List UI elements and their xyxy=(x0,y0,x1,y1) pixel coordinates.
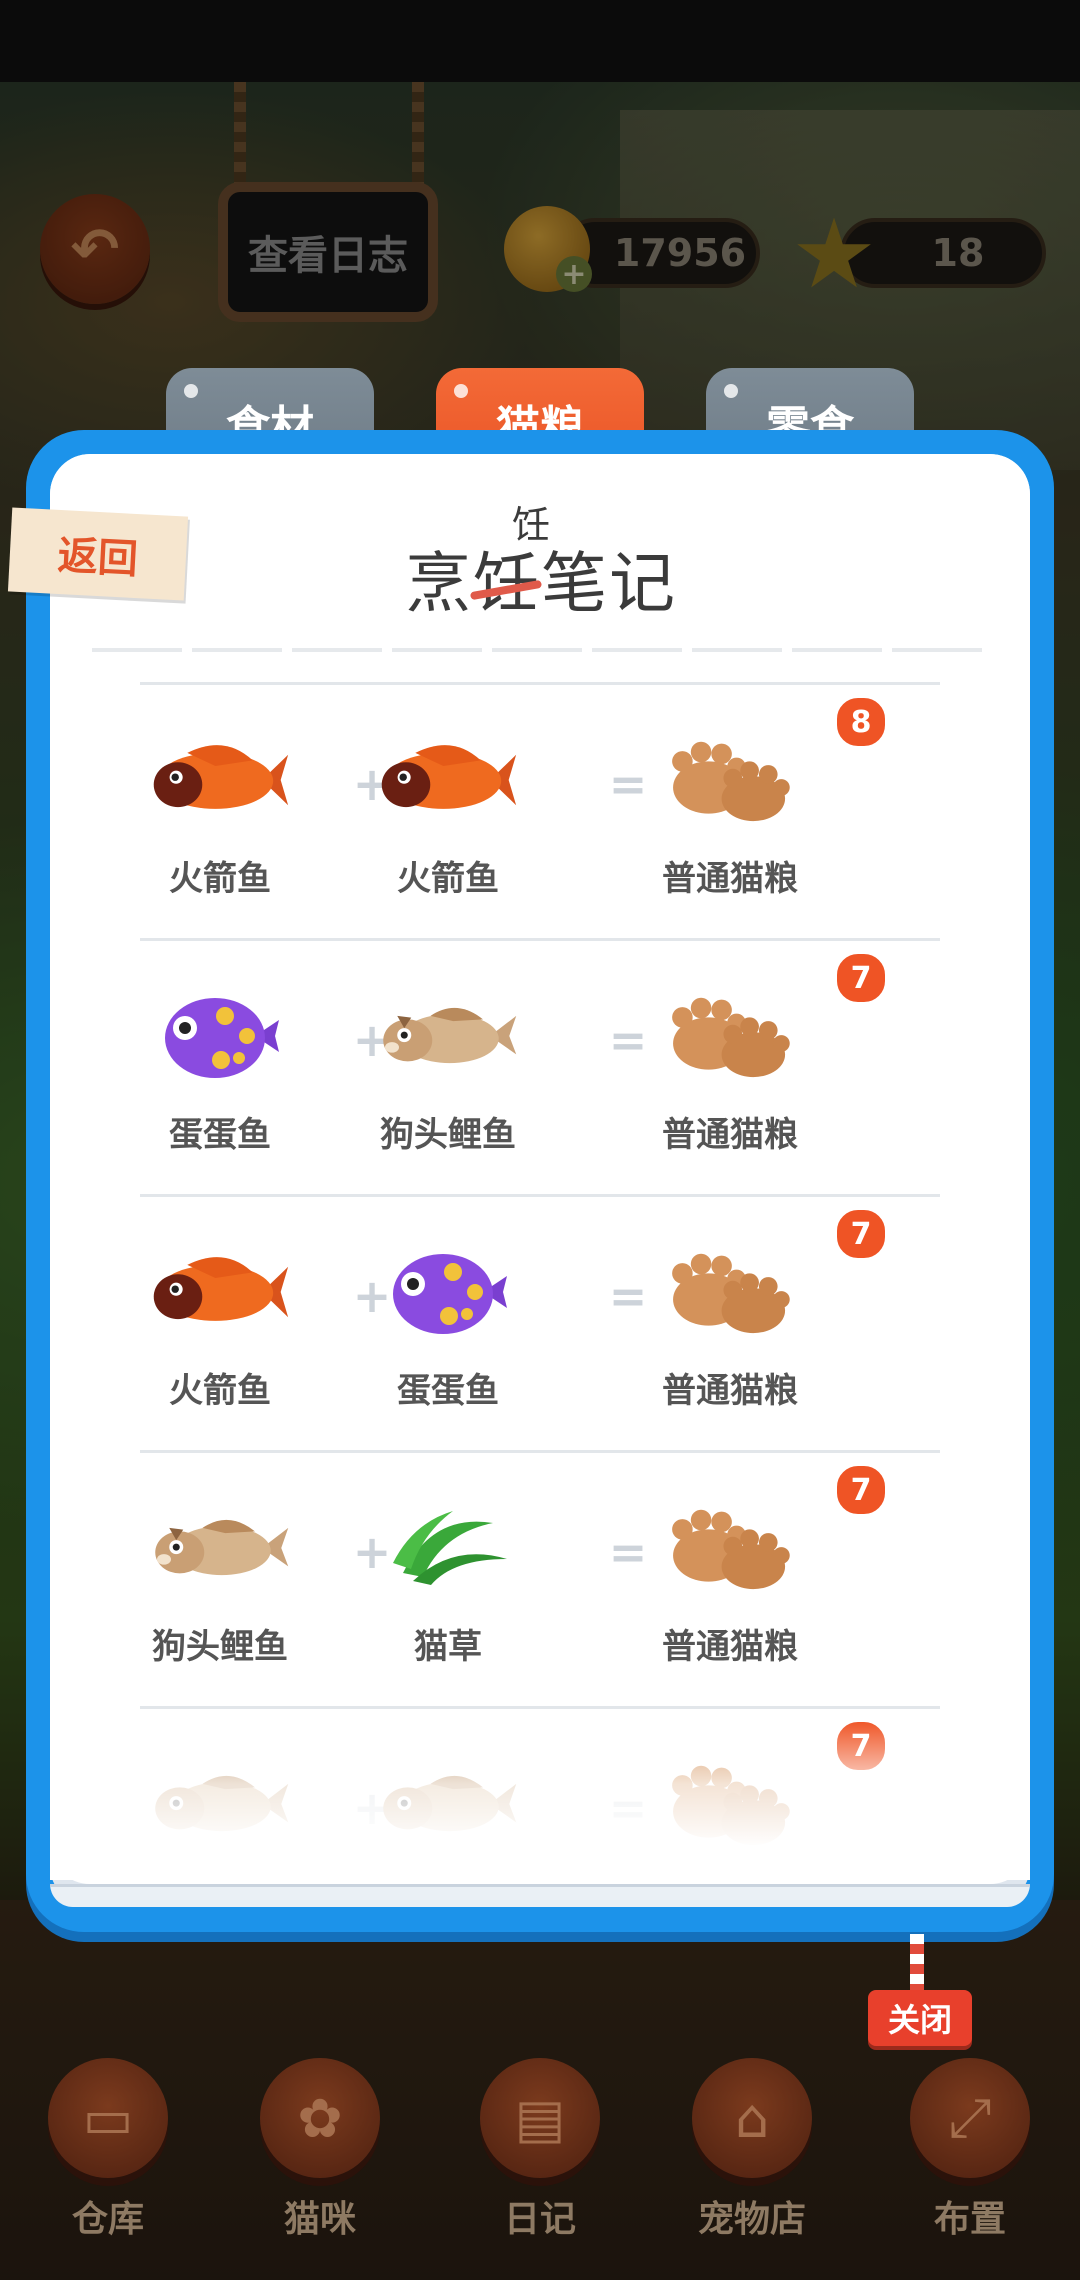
rocket-fish-icon xyxy=(150,1237,290,1347)
title-divider xyxy=(92,648,988,652)
ingredient-left-label: 火箭鱼 xyxy=(169,1371,271,1411)
ingredient-left-label: 狗头鲤鱼 xyxy=(152,1627,288,1667)
ingredient-left-label: 蛋蛋鱼 xyxy=(169,1115,271,1155)
result-label: 普通猫粮 xyxy=(662,1115,798,1155)
return-label: 返回 xyxy=(56,532,139,584)
ingredient-right-label: 火箭鱼 xyxy=(397,859,499,899)
recipe-count-badge: 7 xyxy=(834,1463,888,1517)
dog-carp-icon xyxy=(378,981,518,1091)
nav-decorate[interactable]: ⤢ 布置 xyxy=(900,2058,1040,2278)
result-label: 普通猫粮 xyxy=(662,859,798,899)
box-icon: ▭ xyxy=(48,2058,168,2178)
result-label: 普通猫粮 xyxy=(662,1371,798,1411)
ingredient-left-label: 火箭鱼 xyxy=(169,859,271,899)
spotted-fish-icon xyxy=(150,981,290,1091)
ingredient-right-label: 猫草 xyxy=(414,1627,482,1667)
ingredient-right-label: 狗头鲤鱼 xyxy=(380,1115,516,1155)
spotted-fish-icon xyxy=(378,1237,518,1347)
nav-label: 仓库 xyxy=(71,2199,144,2240)
recipe-count-badge: 7 xyxy=(834,951,888,1005)
equals-sign: = xyxy=(608,1525,648,1579)
equals-sign: = xyxy=(608,1269,648,1323)
nav-diary[interactable]: ▤ 日记 xyxy=(470,2058,610,2278)
nav-cats[interactable]: ✿ 猫咪 xyxy=(250,2058,390,2278)
equals-sign: = xyxy=(608,1013,648,1067)
paw-cookie-icon xyxy=(660,1237,800,1347)
close-tag-pole xyxy=(910,1934,924,1994)
result-label: 普通猫粮 xyxy=(662,1627,798,1667)
paw-cookie-icon xyxy=(660,981,800,1091)
nav-label: 日记 xyxy=(503,2199,576,2240)
shop-icon: ⌂ xyxy=(692,2058,812,2178)
catgrass-icon xyxy=(378,1493,518,1603)
recipe-count-badge: 7 xyxy=(834,1207,888,1261)
recipe-row[interactable]: 蛋蛋鱼 + 狗头鲤鱼 = 普通猫粮 7 xyxy=(140,938,940,1197)
dog-carp-icon xyxy=(150,1493,290,1603)
nav-pet-shop[interactable]: ⌂ 宠物店 xyxy=(682,2058,822,2278)
rocket-fish-icon xyxy=(378,725,518,835)
nav-label: 宠物店 xyxy=(697,2199,806,2240)
paw-cookie-icon xyxy=(660,1493,800,1603)
paw-cookie-icon xyxy=(660,725,800,835)
equals-sign: = xyxy=(608,757,648,811)
expand-icon: ⤢ xyxy=(910,2058,1030,2178)
nav-label: 布置 xyxy=(933,2199,1006,2240)
recipe-row[interactable]: 火箭鱼 + 蛋蛋鱼 = 普通猫粮 7 xyxy=(140,1194,940,1453)
recipe-count-badge: 8 xyxy=(834,695,888,749)
return-button[interactable]: 返回 xyxy=(7,507,189,601)
rocket-fish-icon xyxy=(150,725,290,835)
recipe-row[interactable]: 火箭鱼 + 火箭鱼 = 普通猫粮 8 xyxy=(140,682,940,941)
close-button[interactable]: 关闭 xyxy=(868,1990,972,2046)
nav-label: 猫咪 xyxy=(283,2199,356,2240)
list-fade-overlay xyxy=(50,1720,1030,1880)
nav-warehouse[interactable]: ▭ 仓库 xyxy=(38,2058,178,2278)
notebook-title: 烹饪笔记 xyxy=(405,545,677,622)
recipe-list[interactable]: 火箭鱼 + 火箭鱼 = 普通猫粮 8 蛋蛋鱼 + 狗头鲤鱼 = 普通猫粮 7 火… xyxy=(140,682,940,1882)
close-label: 关闭 xyxy=(887,2001,952,2039)
paw-icon: ✿ xyxy=(260,2058,380,2178)
recipe-row[interactable]: 狗头鲤鱼 + 猫草 = 普通猫粮 7 xyxy=(140,1450,940,1709)
notebook-icon: ▤ xyxy=(480,2058,600,2178)
ingredient-right-label: 蛋蛋鱼 xyxy=(397,1371,499,1411)
